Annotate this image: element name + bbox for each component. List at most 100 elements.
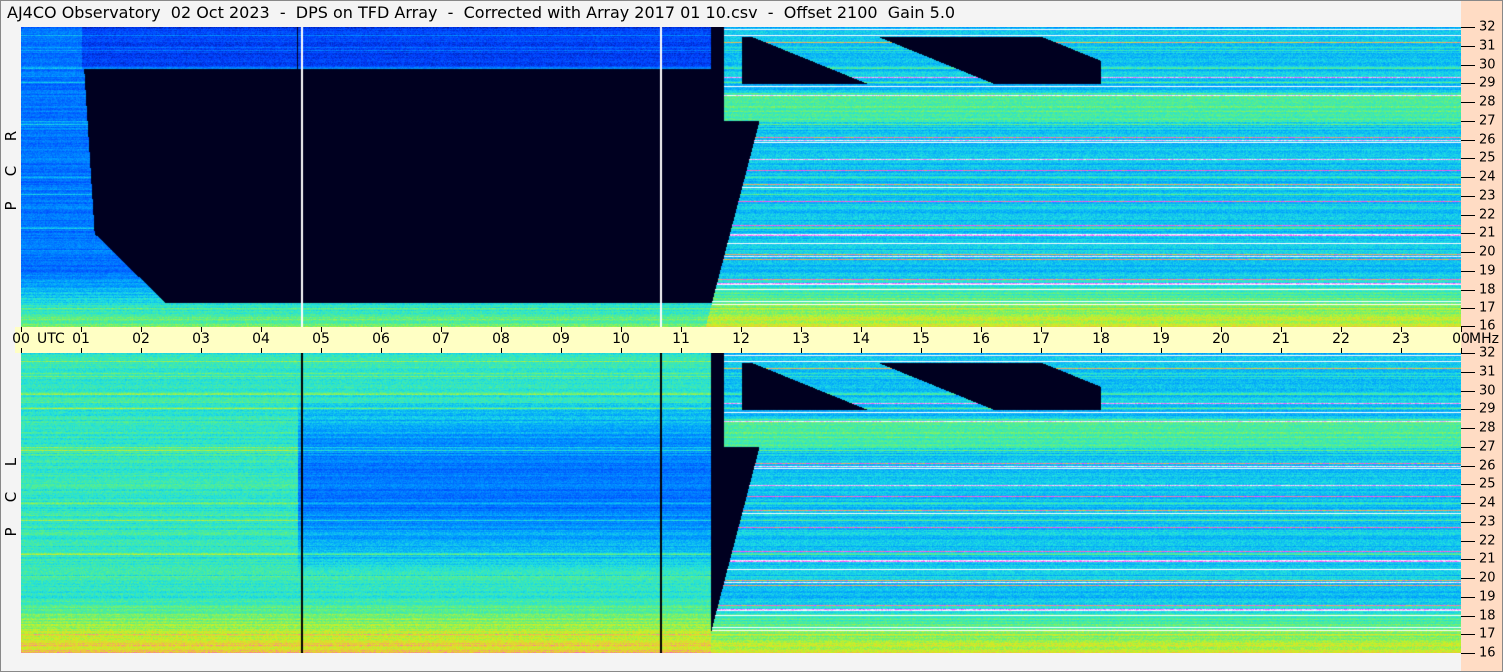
time-tick-label: 20 xyxy=(1212,331,1230,347)
time-tick xyxy=(1041,327,1042,332)
spectrogram-window: AJ4CO Observatory 02 Oct 2023 - DPS on T… xyxy=(0,0,1503,672)
time-tick-label: 15 xyxy=(912,331,930,347)
time-tick xyxy=(501,348,502,353)
time-tick xyxy=(261,327,262,332)
time-tick-label: 13 xyxy=(792,331,810,347)
time-tick xyxy=(801,348,802,353)
frequency-tick-label: 29 xyxy=(1479,75,1496,91)
time-tick xyxy=(981,327,982,332)
time-tick xyxy=(1461,327,1462,332)
frequency-tick-label: 31 xyxy=(1479,38,1496,54)
frequency-tick-label: 19 xyxy=(1479,589,1496,605)
time-tick-label: 19 xyxy=(1152,331,1170,347)
frequency-tick xyxy=(1461,252,1475,253)
rcp-heatmap xyxy=(21,27,1461,327)
time-tick-label: 09 xyxy=(552,331,570,347)
time-tick xyxy=(561,327,562,332)
bottom-polarization-letter: L xyxy=(2,457,20,467)
time-tick xyxy=(1281,327,1282,332)
time-tick xyxy=(1101,348,1102,353)
frequency-tick xyxy=(1461,390,1475,392)
time-tick xyxy=(321,327,322,332)
frequency-tick xyxy=(1461,233,1475,235)
time-tick xyxy=(741,327,742,332)
time-tick-label: 03 xyxy=(192,331,210,347)
frequency-tick xyxy=(1461,289,1475,291)
frequency-tick xyxy=(1461,270,1475,272)
time-tick xyxy=(921,348,922,353)
frequency-tick xyxy=(1461,27,1475,28)
rcp-spectrogram-panel xyxy=(21,27,1461,327)
frequency-tick-label: 21 xyxy=(1479,551,1496,567)
time-tick xyxy=(681,327,682,332)
frequency-tick-label: 28 xyxy=(1479,420,1496,436)
frequency-tick-label: 30 xyxy=(1479,57,1496,72)
frequency-tick-label: 24 xyxy=(1479,169,1496,185)
time-tick xyxy=(261,348,262,353)
frequency-tick xyxy=(1461,653,1475,654)
time-tick-label: 08 xyxy=(492,331,510,347)
time-tick xyxy=(381,327,382,332)
frequency-tick xyxy=(1461,634,1475,636)
time-tick xyxy=(981,348,982,353)
frequency-tick-label: 32 xyxy=(1479,19,1496,35)
frequency-tick xyxy=(1461,428,1475,429)
frequency-tick xyxy=(1461,326,1475,327)
frequency-tick xyxy=(1461,308,1475,310)
time-tick xyxy=(141,348,142,353)
frequency-tick-label: 23 xyxy=(1479,514,1496,530)
lcp-heatmap xyxy=(21,353,1461,653)
frequency-tick xyxy=(1461,177,1475,178)
time-tick xyxy=(81,348,82,353)
time-tick-label: 11 xyxy=(672,331,690,347)
frequency-tick xyxy=(1461,64,1475,66)
time-tick xyxy=(201,348,202,353)
frequency-tick xyxy=(1461,195,1475,197)
frequency-tick-label: 17 xyxy=(1479,300,1496,316)
time-tick-label: 18 xyxy=(1092,331,1110,347)
frequency-tick xyxy=(1461,371,1475,373)
time-tick xyxy=(501,327,502,332)
frequency-tick xyxy=(1461,45,1475,47)
time-tick xyxy=(1341,327,1342,332)
time-tick-label: 12 xyxy=(732,331,750,347)
chart-title: AJ4CO Observatory 02 Oct 2023 - DPS on T… xyxy=(7,3,956,22)
frequency-tick-label: 25 xyxy=(1479,150,1496,166)
frequency-tick xyxy=(1461,120,1475,122)
frequency-tick-label: 19 xyxy=(1479,263,1496,279)
top-polarization-letter: C xyxy=(2,165,20,177)
frequency-tick xyxy=(1461,465,1475,467)
time-tick-label: 23 xyxy=(1392,331,1410,347)
frequency-tick-label: 30 xyxy=(1479,383,1496,398)
time-tick xyxy=(81,327,82,332)
time-tick xyxy=(1161,348,1162,353)
time-unit-label: UTC xyxy=(37,331,65,347)
time-tick xyxy=(561,348,562,353)
frequency-tick xyxy=(1461,353,1475,354)
frequency-tick-label: 27 xyxy=(1479,439,1496,455)
time-tick-label: 22 xyxy=(1332,331,1350,347)
frequency-tick-label: 20 xyxy=(1479,570,1496,586)
frequency-tick-label: 18 xyxy=(1479,282,1496,297)
time-tick xyxy=(441,348,442,353)
time-tick-label: 06 xyxy=(372,331,390,347)
time-tick-label: 05 xyxy=(312,331,330,347)
frequency-tick-label: 22 xyxy=(1479,533,1496,548)
time-tick xyxy=(381,348,382,353)
frequency-tick xyxy=(1461,409,1475,411)
frequency-tick-label: 32 xyxy=(1479,345,1496,361)
time-tick xyxy=(201,327,202,332)
time-tick xyxy=(861,327,862,332)
frequency-tick-label: 28 xyxy=(1479,94,1496,110)
time-tick xyxy=(141,327,142,332)
time-tick xyxy=(621,348,622,353)
frequency-tick xyxy=(1461,503,1475,504)
time-tick-label: 21 xyxy=(1272,331,1290,347)
frequency-tick xyxy=(1461,521,1475,523)
time-tick xyxy=(1101,327,1102,332)
time-tick xyxy=(1341,348,1342,353)
frequency-tick-label: 25 xyxy=(1479,476,1496,492)
time-tick xyxy=(1161,327,1162,332)
time-tick-label: 04 xyxy=(252,331,270,347)
time-tick xyxy=(861,348,862,353)
